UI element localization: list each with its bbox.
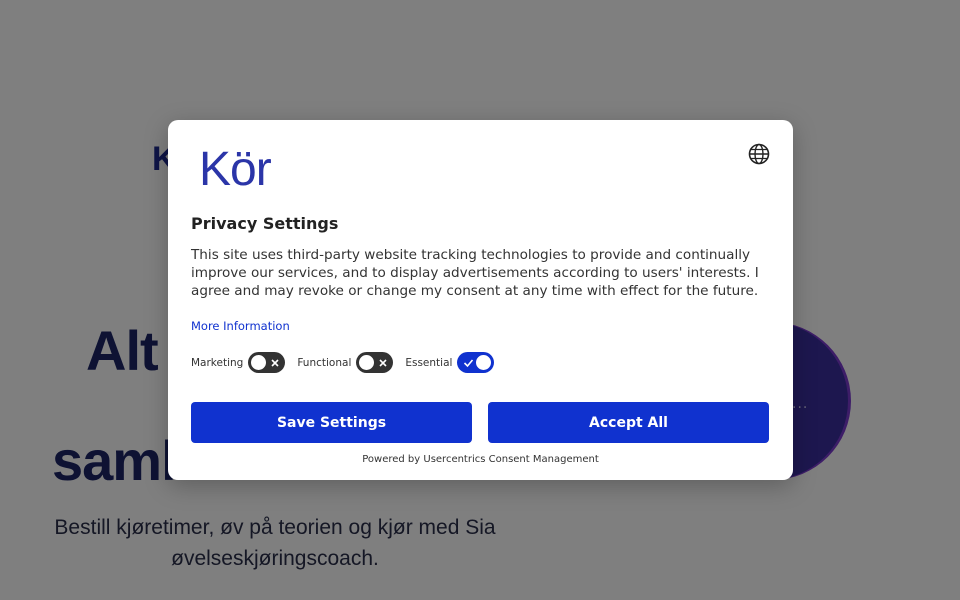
toggle-label-functional: Functional [297,356,352,369]
x-icon [266,352,283,373]
toggle-knob [475,354,493,371]
toggle-knob [250,354,268,371]
toggle-label-essential: Essential [405,356,453,369]
accept-all-button[interactable]: Accept All [488,402,769,443]
toggle-group-marketing: Marketing [191,352,286,373]
dialog-title: Privacy Settings [191,214,339,233]
consent-toggles: Marketing Functional Essential [191,352,506,373]
dialog-description: This site uses third-party website track… [191,247,759,299]
powered-by-text: Powered by Usercentrics Consent Manageme… [362,454,599,465]
marketing-toggle[interactable] [248,352,286,373]
toggle-group-functional: Functional [297,352,394,373]
globe-icon [748,143,770,165]
x-icon [374,352,391,373]
functional-toggle[interactable] [356,352,394,373]
language-button[interactable] [747,142,771,166]
toggle-knob [358,354,376,371]
more-information-link[interactable]: More Information [191,319,290,333]
toggle-group-essential: Essential [405,352,495,373]
essential-toggle[interactable] [457,352,495,373]
save-settings-button[interactable]: Save Settings [191,402,472,443]
privacy-settings-dialog: Kör Privacy Settings This site uses thir… [168,120,793,480]
dialog-logo: Kör [199,143,272,196]
toggle-label-marketing: Marketing [191,356,244,369]
